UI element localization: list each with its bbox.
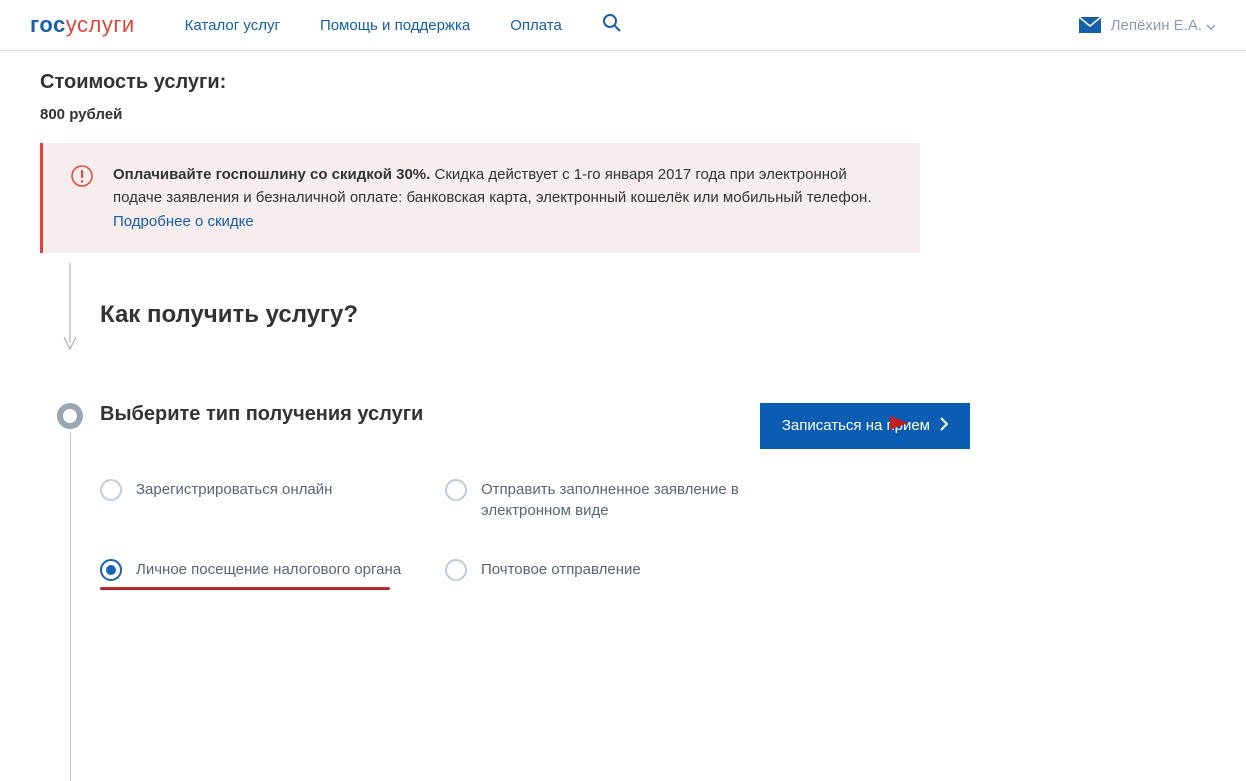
nav-payment[interactable]: Оплата [510,17,562,34]
step-marker-icon [57,403,83,429]
annotation-underline [100,587,390,590]
radio-label: Личное посещение налогового органа [136,559,401,580]
price-value: 800 рублей [40,106,1206,123]
info-link[interactable]: Подробнее о скидке [113,213,254,230]
radio-circle-icon [445,479,467,501]
radio-personal[interactable]: Личное посещение налогового органа [100,559,440,581]
step-title: Выберите тип получения услуги [100,403,423,426]
radio-postal[interactable]: Почтовое отправление [445,559,825,581]
chevron-down-icon [1206,17,1216,34]
radio-online[interactable]: Зарегистрироваться онлайн [100,479,440,521]
info-bold: Оплачивайте госпошлину со скидкой 30%. [113,166,430,183]
radio-label: Отправить заполненное заявление в электр… [481,479,825,521]
radio-label: Почтовое отправление [481,559,641,580]
content: Стоимость услуги: 800 рублей Оплачивайте… [0,51,1246,601]
step-head: Выберите тип получения услуги Записаться… [100,403,970,449]
price-heading: Стоимость услуги: [40,71,1206,94]
radio-circle-checked-icon [100,559,122,581]
logo[interactable]: госуслуги [30,12,135,38]
nav: Каталог услуг Помощь и поддержка Оплата [185,13,1079,38]
radio-dot-icon [106,565,116,575]
radio-send[interactable]: Отправить заполненное заявление в электр… [445,479,825,521]
username-label: Лепёхин Е.А. [1111,17,1202,34]
how-heading: Как получить услугу? [100,301,358,353]
radio-circle-icon [100,479,122,501]
nav-catalog[interactable]: Каталог услуг [185,17,280,34]
user-block: Лепёхин Е.А. [1079,17,1216,34]
radio-group: Зарегистрироваться онлайн Отправить запо… [100,479,1206,581]
user-dropdown[interactable]: Лепёхин Е.А. [1111,17,1216,34]
how-section: Как получить услугу? [40,263,1206,353]
info-text: Оплачивайте госпошлину со скидкой 30%. С… [113,163,892,233]
chevron-right-icon [940,417,948,435]
step-section: Выберите тип получения услуги Записаться… [40,403,1206,581]
step-marker-col [40,403,100,581]
logo-uslugi: услуги [66,12,135,37]
info-box: Оплачивайте госпошлину со скидкой 30%. С… [40,143,920,253]
nav-help[interactable]: Помощь и поддержка [320,17,470,34]
radio-label: Зарегистрироваться онлайн [136,479,332,500]
mail-icon[interactable] [1079,17,1101,33]
search-icon[interactable] [602,13,622,38]
step-line [70,433,71,781]
annotation-arrow-icon [840,413,910,433]
step-body: Выберите тип получения услуги Записаться… [100,403,1206,581]
radio-circle-icon [445,559,467,581]
flow-arrow-col [40,263,100,353]
alert-icon [71,163,93,233]
logo-gos: гос [30,12,66,37]
down-arrow-icon [60,263,80,353]
header: госуслуги Каталог услуг Помощь и поддерж… [0,0,1246,51]
